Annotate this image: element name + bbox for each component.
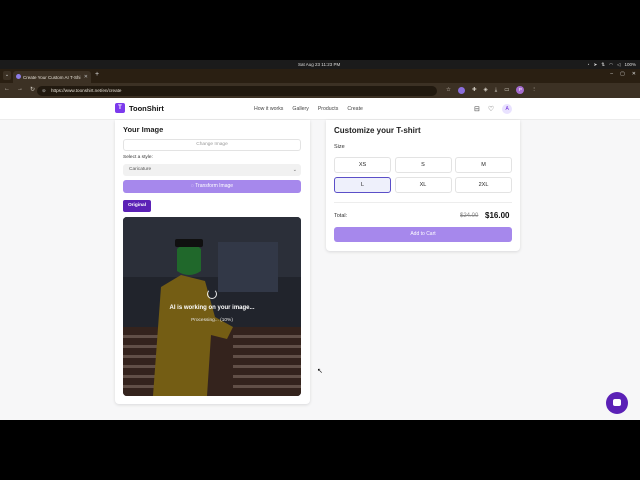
brand-name: ToonShirt — [129, 103, 164, 113]
tray-app-icon[interactable]: ◔ — [587, 62, 590, 67]
chat-bubble-icon — [613, 399, 621, 406]
original-price: $24.00 — [460, 213, 479, 219]
size-option-l[interactable]: L — [334, 176, 391, 193]
os-clock: Sat Aug 23 11:23 PM — [298, 62, 341, 67]
sidebar-toggle-icon[interactable]: ▭ — [504, 87, 509, 93]
processing-spinner-icon — [207, 289, 217, 299]
browser-menu-icon[interactable]: ⋮ — [531, 87, 537, 93]
extension-shield-icon[interactable]: ◈ — [484, 87, 488, 93]
nav-buttons: ← → ↻ — [4, 86, 35, 93]
extension-bar: ☆ ✚ ◈ ⤓ ▭ P ⋮ — [446, 86, 537, 94]
cart-icon[interactable]: ⊟ — [474, 105, 480, 113]
minimize-icon[interactable]: – — [610, 71, 613, 77]
mouse-cursor-icon: ↖ — [317, 368, 323, 375]
browser-toolbar: ← → ↻ ⊜ https://www.toonshirt.net/en/cre… — [0, 83, 640, 98]
size-label: Size — [334, 144, 345, 150]
brand-logo-icon: T — [115, 103, 125, 113]
user-avatar[interactable]: A — [502, 104, 513, 114]
customize-card: Customize your T-shirt Size XS S M L XL … — [326, 120, 520, 251]
image-card-title: Your Image — [123, 125, 164, 134]
processing-progress: Processing... (10%) — [191, 318, 233, 323]
new-tab-button[interactable]: + — [95, 71, 99, 78]
processing-title: AI is working on your image... — [169, 305, 255, 311]
nav-create[interactable]: Create — [347, 106, 363, 112]
wishlist-heart-icon[interactable]: ♡ — [488, 105, 494, 113]
tab-list-button[interactable]: ⌄ — [3, 71, 11, 80]
forward-icon[interactable]: → — [17, 86, 23, 93]
site-header: T ToonShirt How it works Gallery Product… — [0, 98, 640, 120]
web-page: T ToonShirt How it works Gallery Product… — [0, 98, 640, 420]
tray-network-icon[interactable]: ⇅ — [601, 62, 605, 68]
reload-icon[interactable]: ↻ — [30, 86, 35, 93]
extension-puzzle-icon[interactable]: ✚ — [472, 87, 477, 93]
tray-battery-label: 100% — [624, 62, 636, 67]
divider — [334, 202, 512, 203]
customize-title: Customize your T-shirt — [334, 126, 421, 135]
url-text: https://www.toonshirt.net/en/create — [51, 88, 122, 93]
maximize-icon[interactable]: ▢ — [620, 71, 625, 77]
tray-wifi-icon[interactable]: ◠ — [609, 62, 613, 68]
style-select-value: Caricature — [129, 167, 152, 172]
site-favicon-icon — [16, 74, 21, 79]
screen: Sat Aug 23 11:23 PM ◔ ➤ ⇅ ◠ ◁ 100% ⌄ Cre… — [0, 0, 640, 480]
header-actions: ⊟ ♡ A — [474, 104, 513, 114]
extension-icon[interactable] — [457, 86, 465, 94]
tray-telegram-icon[interactable]: ➤ — [594, 62, 598, 68]
nav-how-it-works[interactable]: How it works — [254, 106, 283, 112]
chevron-down-icon: ⌄ — [292, 166, 297, 173]
change-image-button[interactable]: Change Image — [123, 139, 301, 151]
size-option-m[interactable]: M — [455, 157, 512, 173]
image-card: Your Image Change Image Select a style: … — [115, 120, 310, 404]
size-option-xs[interactable]: XS — [334, 157, 391, 173]
transform-label: Transform Image — [195, 183, 234, 189]
tab-close-icon[interactable]: ✕ — [84, 74, 88, 80]
nav-products[interactable]: Products — [318, 106, 338, 112]
size-options: XS S M L XL 2XL — [334, 157, 512, 193]
chat-widget-button[interactable] — [606, 392, 628, 414]
processing-overlay: AI is working on your image... Processin… — [123, 217, 301, 396]
sale-price: $16.00 — [485, 210, 510, 220]
browser-tab-strip: ⌄ Create Your Custom AI T-Shi ✕ + – ▢ ✕ — [0, 69, 640, 83]
transform-image-button[interactable]: ◌ Transform Image — [123, 180, 301, 193]
style-select-label: Select a style: — [123, 155, 153, 160]
os-top-bar: Sat Aug 23 11:23 PM ◔ ➤ ⇅ ◠ ◁ 100% — [0, 60, 640, 69]
download-icon[interactable]: ⤓ — [495, 87, 497, 94]
address-bar[interactable]: ⊜ https://www.toonshirt.net/en/create — [37, 85, 437, 96]
size-option-s[interactable]: S — [394, 157, 452, 173]
browser-tab-active[interactable]: Create Your Custom AI T-Shi ✕ — [13, 71, 91, 83]
tab-title: Create Your Custom AI T-Shi — [23, 74, 81, 80]
total-label: Total: — [334, 213, 348, 219]
back-icon[interactable]: ← — [4, 86, 10, 93]
tray-volume-icon[interactable]: ◁ — [617, 62, 620, 68]
main-nav: How it works Gallery Products Create — [254, 106, 363, 112]
bookmark-star-icon[interactable]: ☆ — [446, 87, 451, 93]
size-option-2xl[interactable]: 2XL — [455, 176, 512, 193]
system-tray: ◔ ➤ ⇅ ◠ ◁ 100% — [587, 62, 636, 68]
close-window-icon[interactable]: ✕ — [632, 71, 636, 77]
nav-gallery[interactable]: Gallery — [292, 106, 308, 112]
add-to-cart-button[interactable]: Add to Cart — [334, 227, 512, 242]
window-controls: – ▢ ✕ — [610, 71, 636, 77]
style-select[interactable]: Caricature ⌄ — [123, 164, 301, 176]
browser-profile-avatar[interactable]: P — [516, 86, 525, 94]
site-info-icon[interactable]: ⊜ — [42, 88, 46, 94]
uploaded-image-preview: AI is working on your image... Processin… — [123, 217, 301, 396]
size-option-xl[interactable]: XL — [394, 176, 452, 193]
brand-link[interactable]: T ToonShirt — [115, 103, 164, 113]
original-toggle-button[interactable]: Original — [123, 200, 151, 212]
